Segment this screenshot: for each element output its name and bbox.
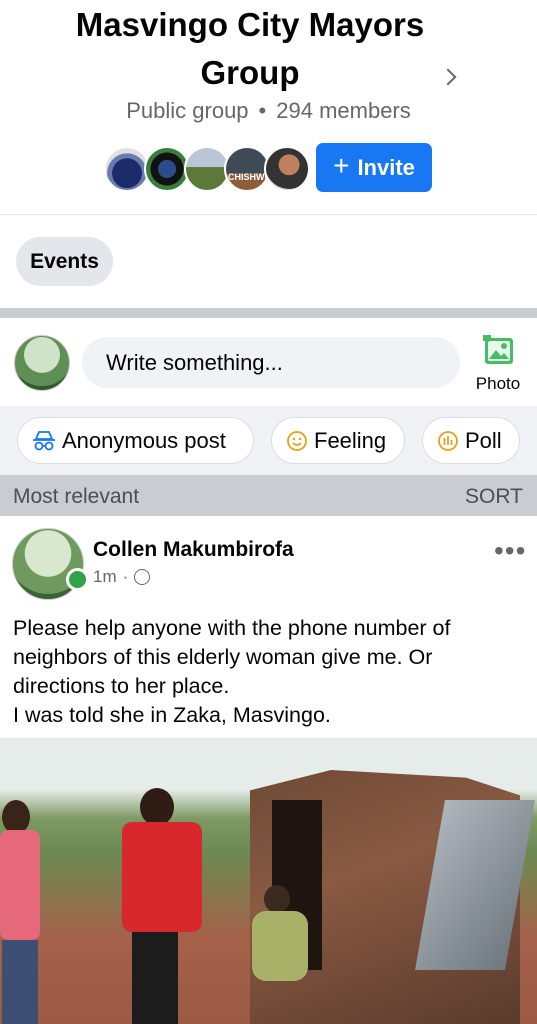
photo-person bbox=[0, 800, 44, 1024]
plus-icon: + bbox=[333, 150, 350, 181]
chevron-right-icon[interactable] bbox=[439, 66, 464, 90]
post-meta: 1m · bbox=[93, 567, 151, 587]
member-count[interactable]: 294 members bbox=[276, 98, 411, 123]
write-something-input[interactable]: Write something... bbox=[82, 337, 460, 388]
photo-person bbox=[118, 788, 208, 1024]
photo-label[interactable]: Photo bbox=[466, 374, 530, 394]
feeling-label: Feeling bbox=[314, 427, 387, 453]
photo-elderly-woman bbox=[252, 885, 312, 985]
feeling-button[interactable]: Feeling bbox=[271, 417, 405, 464]
more-icon[interactable]: ••• bbox=[494, 537, 526, 565]
group-meta: Public group • 294 members bbox=[126, 98, 411, 123]
anonymous-icon bbox=[33, 430, 55, 450]
poll-button[interactable]: Poll bbox=[422, 417, 520, 464]
invite-button[interactable]: + Invite bbox=[316, 143, 432, 192]
online-indicator bbox=[66, 568, 89, 591]
post-text-line: directions to her place. bbox=[13, 674, 230, 698]
post-text-line: Please help anyone with the phone number… bbox=[13, 616, 451, 640]
invite-label: Invite bbox=[357, 154, 415, 180]
group-name-line2[interactable]: Group bbox=[20, 50, 480, 96]
avatar[interactable] bbox=[14, 335, 70, 391]
tab-events[interactable]: Events bbox=[16, 237, 113, 286]
post-time[interactable]: 1m bbox=[93, 567, 117, 587]
post-text-line: I was told she in Zaka, Masvingo. bbox=[13, 703, 331, 727]
post-text-line: neighbors of this elderly woman give me.… bbox=[13, 645, 433, 669]
meta-separator: · bbox=[122, 567, 129, 586]
post-author[interactable]: Collen Makumbirofa bbox=[93, 538, 294, 562]
member-avatar bbox=[264, 146, 310, 192]
sort-button[interactable]: SORT bbox=[465, 485, 523, 509]
group-name-line1[interactable]: Masvingo City Mayors bbox=[20, 2, 480, 48]
poll-icon bbox=[438, 430, 458, 451]
post-text: Please help anyone with the phone number… bbox=[13, 614, 523, 730]
anonymous-post-label: Anonymous post bbox=[62, 427, 226, 453]
photo-icon[interactable] bbox=[483, 335, 515, 365]
privacy-label: Public group bbox=[126, 98, 249, 123]
smiley-icon bbox=[287, 430, 307, 451]
most-relevant-filter[interactable]: Most relevant bbox=[13, 485, 139, 509]
globe-icon bbox=[134, 569, 151, 585]
anonymous-post-button[interactable]: Anonymous post bbox=[17, 417, 254, 464]
poll-label: Poll bbox=[465, 427, 502, 453]
section-divider bbox=[0, 308, 537, 318]
